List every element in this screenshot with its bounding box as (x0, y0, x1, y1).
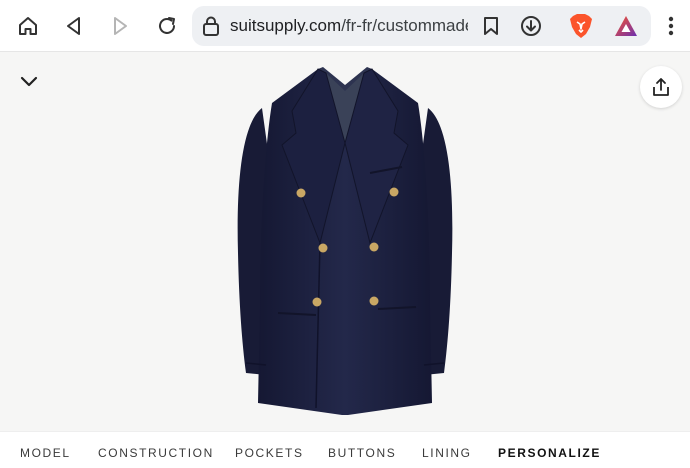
back-triangle-icon[interactable] (58, 10, 90, 42)
browser-toolbar: suitsupply.com/fr-fr/custommade (0, 0, 690, 52)
forward-triangle-icon[interactable] (104, 10, 136, 42)
address-bar[interactable]: suitsupply.com/fr-fr/custommade (192, 6, 651, 46)
brave-rewards-triangle-icon[interactable] (614, 14, 638, 38)
jacket-image (237, 67, 453, 415)
reload-icon[interactable] (151, 10, 183, 42)
share-icon (653, 78, 669, 96)
product-viewer (0, 53, 690, 431)
home-icon[interactable] (12, 10, 44, 42)
url-path: /fr-fr/custommade (341, 16, 468, 35)
tab-model[interactable]: MODEL (20, 446, 71, 460)
chevron-down-icon[interactable] (16, 71, 42, 93)
tab-pockets[interactable]: POCKETS (235, 446, 304, 460)
tab-buttons[interactable]: BUTTONS (328, 446, 396, 460)
kebab-menu-icon[interactable] (660, 10, 682, 42)
url-text[interactable]: suitsupply.com/fr-fr/custommade (230, 16, 468, 36)
tab-personalize[interactable]: PERSONALIZE (498, 446, 601, 460)
bookmark-icon[interactable] (480, 15, 502, 37)
download-icon[interactable] (520, 15, 542, 37)
lock-icon (200, 15, 222, 37)
brave-lion-icon[interactable] (568, 13, 594, 39)
tab-construction[interactable]: CONSTRUCTION (98, 446, 214, 460)
share-button[interactable] (640, 66, 682, 108)
url-domain: suitsupply.com (230, 16, 342, 35)
tab-lining[interactable]: LINING (422, 446, 472, 460)
customize-tabs: MODEL CONSTRUCTION POCKETS BUTTONS LININ… (0, 431, 690, 468)
